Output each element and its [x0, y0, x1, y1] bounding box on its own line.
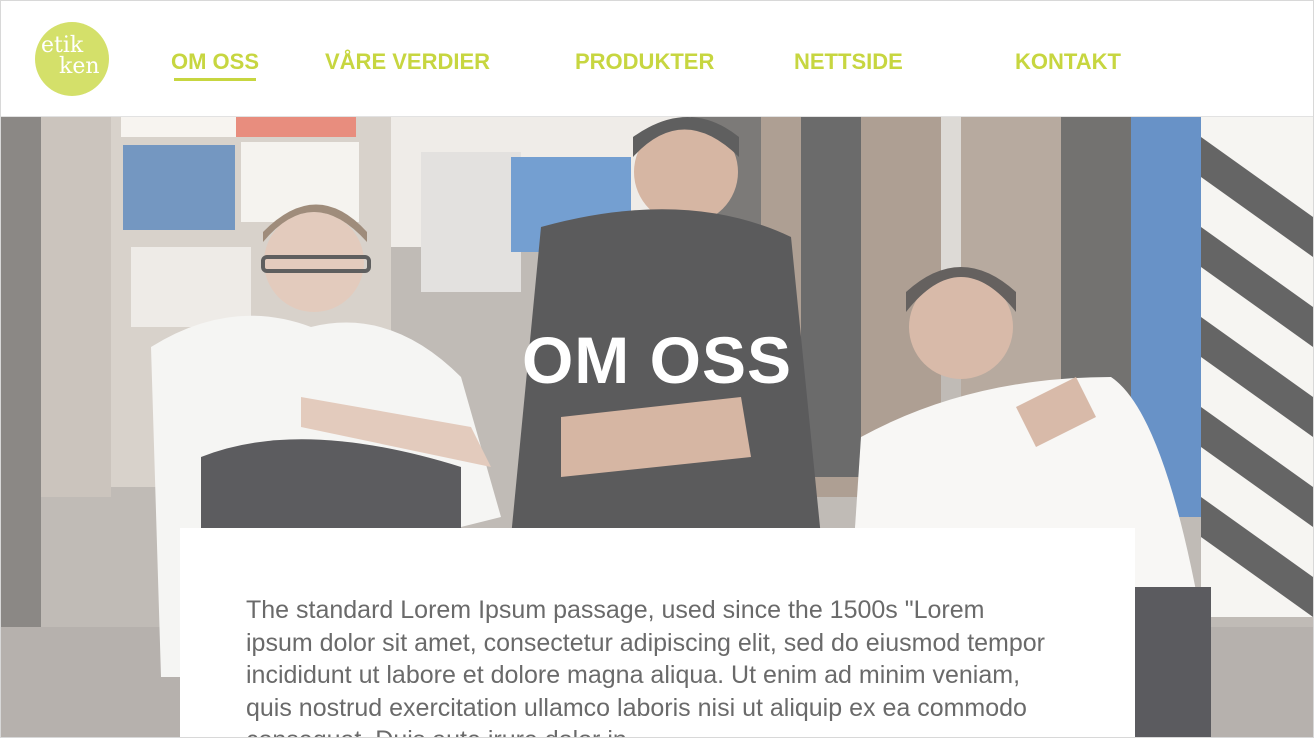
nav-item-kontakt[interactable]: KONTAKT [1015, 49, 1121, 75]
content-card: The standard Lorem Ipsum passage, used s… [180, 528, 1135, 737]
nav-item-om-oss[interactable]: OM OSS [171, 49, 259, 81]
nav-item-nettside[interactable]: NETTSIDE [794, 49, 903, 75]
page-frame: etik ken OM OSS VÅRE VERDIER PRODUKTER N… [0, 0, 1314, 738]
nav-item-vare-verdier[interactable]: VÅRE VERDIER [325, 49, 490, 75]
site-header: etik ken OM OSS VÅRE VERDIER PRODUKTER N… [1, 1, 1313, 117]
nav-item-produkter[interactable]: PRODUKTER [575, 49, 714, 75]
etikken-logo[interactable]: etik ken [35, 22, 109, 96]
hero-title: OM OSS [521, 323, 793, 398]
intro-paragraph: The standard Lorem Ipsum passage, used s… [246, 596, 1045, 737]
